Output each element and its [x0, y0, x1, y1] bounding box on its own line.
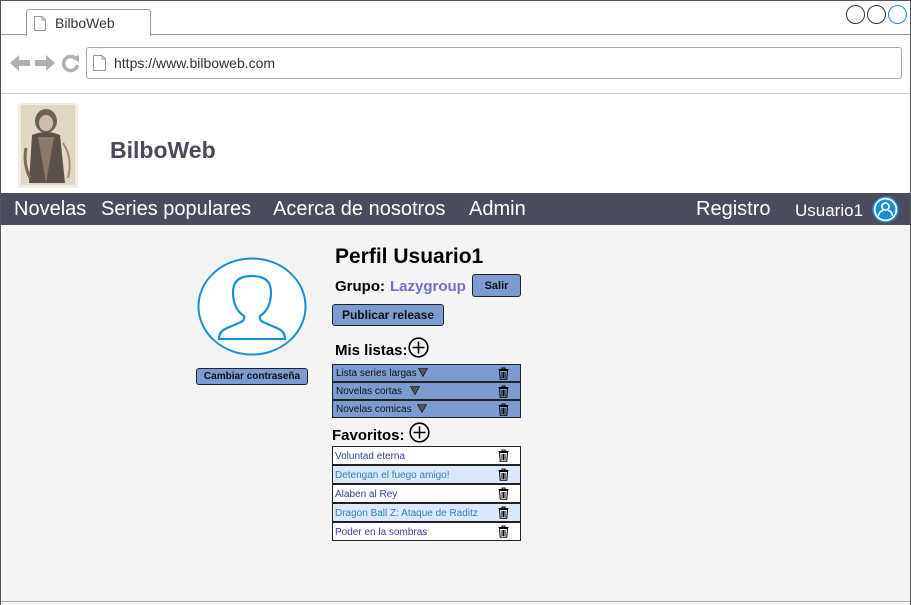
site-brand[interactable]: BilboWeb — [110, 137, 216, 164]
add-list-plus-icon[interactable] — [408, 337, 429, 358]
profile-title: Perfil Usuario1 — [335, 245, 484, 268]
browser-tab[interactable]: BilboWeb — [26, 9, 151, 36]
trash-icon[interactable] — [498, 487, 509, 500]
favorites-title: Favoritos: — [332, 427, 405, 444]
back-arrow-icon[interactable] — [10, 54, 30, 72]
list-item[interactable]: Novelas cortas — [332, 382, 521, 400]
list-item-label: Lista series largas — [336, 368, 417, 379]
url-field[interactable]: https://www.bilboweb.com — [86, 47, 902, 79]
dropdown-triangle-icon[interactable] — [417, 404, 427, 413]
favorite-item[interactable]: Alaben al Rey — [332, 484, 521, 503]
window-controls — [846, 5, 907, 24]
trash-icon[interactable] — [498, 525, 509, 538]
dropdown-triangle-icon[interactable] — [410, 386, 420, 395]
profile-avatar-icon — [197, 257, 307, 356]
change-password-button[interactable]: Cambiar contraseña — [196, 368, 308, 385]
forward-arrow-icon[interactable] — [35, 54, 55, 72]
list-item[interactable]: Lista series largas — [332, 364, 521, 382]
user-avatar-icon[interactable] — [872, 196, 899, 223]
favorite-link[interactable]: Poder en la sombras — [335, 527, 427, 538]
publish-release-button[interactable]: Publicar release — [332, 304, 444, 326]
tab-strip: BilboWeb — [1, 1, 910, 36]
nav-username[interactable]: Usuario1 — [795, 201, 863, 221]
nav-item-admin[interactable]: Admin — [469, 198, 526, 221]
document-icon — [34, 16, 46, 31]
group-label: Grupo: — [335, 278, 385, 295]
trash-icon[interactable] — [498, 403, 509, 416]
site-header: BilboWeb — [1, 95, 910, 193]
list-item-label: Novelas cortas — [336, 386, 403, 397]
list-item-label: Novelas comicas — [336, 404, 412, 415]
group-link[interactable]: Lazygroup — [390, 278, 466, 295]
url-text: https://www.bilboweb.com — [114, 55, 276, 71]
address-bar-row: https://www.bilboweb.com — [1, 36, 910, 94]
close-button[interactable] — [888, 5, 907, 24]
lists-title: Mis listas: — [335, 342, 408, 359]
browser-window: BilboWeb https://www.bilboweb.com BilboW… — [0, 0, 911, 605]
nav-item-novelas[interactable]: Novelas — [14, 198, 86, 221]
favorite-link[interactable]: Dragon Ball Z: Ataque de Raditz — [335, 508, 478, 519]
trash-icon[interactable] — [498, 367, 509, 380]
nav-item-acerca[interactable]: Acerca de nosotros — [273, 198, 445, 221]
list-item[interactable]: Novelas comicas — [332, 400, 521, 418]
restore-button[interactable] — [867, 5, 886, 24]
window-bottom-edge — [1, 601, 910, 605]
nav-item-series-populares[interactable]: Series populares — [101, 198, 251, 221]
logo-image[interactable] — [18, 103, 78, 188]
favorite-item[interactable]: Voluntad eterna — [332, 446, 521, 465]
trash-icon[interactable] — [498, 385, 509, 398]
trash-icon[interactable] — [498, 449, 509, 462]
favorite-link[interactable]: Alaben al Rey — [335, 489, 397, 500]
favorite-link[interactable]: Voluntad eterna — [335, 451, 405, 462]
leave-group-button[interactable]: Salir — [472, 274, 521, 297]
dropdown-triangle-icon[interactable] — [418, 368, 428, 377]
favorite-item[interactable]: Poder en la sombras — [332, 522, 521, 541]
favorite-item[interactable]: Dragon Ball Z: Ataque de Raditz — [332, 503, 521, 522]
profile-content: Cambiar contraseña Perfil Usuario1 Grupo… — [1, 225, 910, 601]
tab-title: BilboWeb — [55, 15, 115, 31]
favorite-link[interactable]: Detengan el fuego amigo! — [335, 470, 450, 481]
reload-icon[interactable] — [61, 54, 80, 73]
nav-item-registro[interactable]: Registro — [696, 198, 770, 221]
main-navbar: Novelas Series populares Acerca de nosot… — [1, 193, 910, 225]
page-icon — [93, 55, 106, 71]
favorite-item[interactable]: Detengan el fuego amigo! — [332, 465, 521, 484]
trash-icon[interactable] — [498, 468, 509, 481]
trash-icon[interactable] — [498, 506, 509, 519]
minimize-button[interactable] — [846, 5, 865, 24]
add-favorite-plus-icon[interactable] — [409, 422, 430, 443]
